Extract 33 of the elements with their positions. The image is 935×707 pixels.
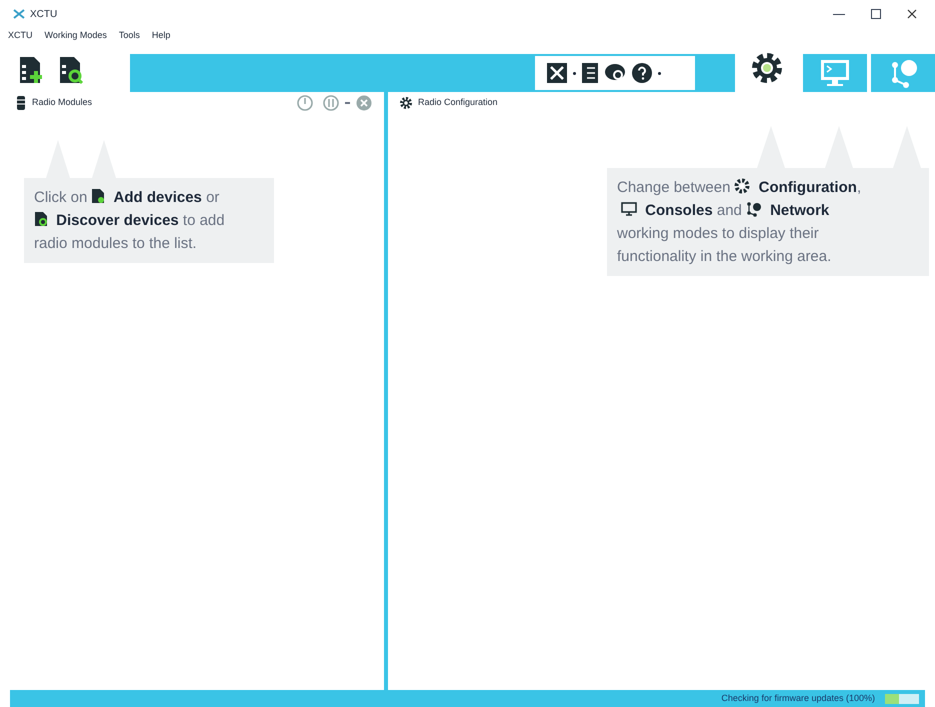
gear-icon xyxy=(734,178,750,194)
add-device-icon xyxy=(91,188,106,204)
status-text: Checking for firmware updates (100%) xyxy=(721,692,875,705)
radio-module-icon xyxy=(16,96,26,110)
panel-title: Radio Modules xyxy=(32,96,92,110)
hint-text: radio modules to the list. xyxy=(34,235,197,252)
hint-text: Network xyxy=(770,202,830,219)
maximize-icon[interactable] xyxy=(871,9,881,19)
window-title: XCTU xyxy=(30,8,58,22)
hint-text: Configuration, xyxy=(758,179,862,196)
gear-icon xyxy=(750,51,784,85)
hint-text: Discover devices to add xyxy=(56,212,225,229)
hint-text: Consoles and xyxy=(645,202,742,219)
feedback-icon[interactable] xyxy=(604,63,626,83)
tools-icon[interactable] xyxy=(547,63,567,83)
gear-icon xyxy=(400,97,412,109)
panel-title: Radio Configuration xyxy=(418,96,498,110)
list-icon[interactable] xyxy=(582,63,598,83)
discover-device-icon xyxy=(34,211,48,227)
menu-item[interactable]: Tools xyxy=(118,29,140,43)
hint-text: Change between xyxy=(617,179,730,196)
help-icon[interactable] xyxy=(632,63,652,83)
menu-item[interactable]: Working Modes xyxy=(44,29,107,43)
network-icon xyxy=(746,201,762,217)
hint-text: Click on xyxy=(34,189,88,206)
menu-item[interactable]: XCTU xyxy=(8,29,32,43)
app-logo-icon xyxy=(12,8,26,20)
monitor-icon xyxy=(621,201,637,217)
hint-text: functionality in the working area. xyxy=(617,248,832,265)
hint-text: working modes to display their xyxy=(617,225,819,242)
hint-text: Add devices or xyxy=(114,189,220,206)
menu-item[interactable]: Help xyxy=(152,29,170,43)
close-icon[interactable] xyxy=(907,9,917,19)
